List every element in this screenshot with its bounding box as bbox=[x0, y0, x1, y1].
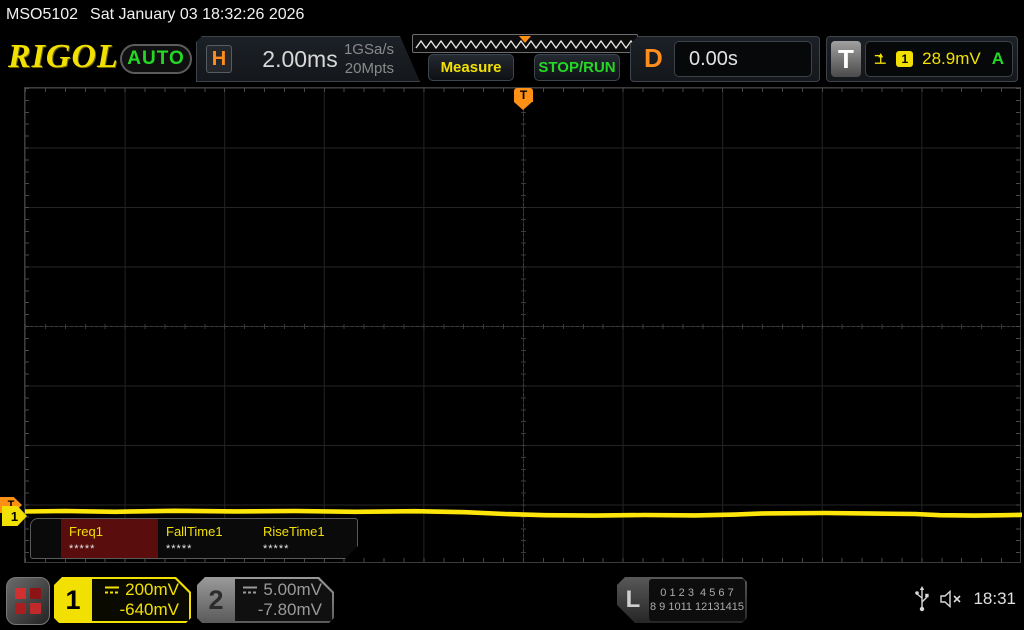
measurement-item-freq1[interactable]: Freq1 ***** bbox=[61, 519, 158, 558]
channel1-trace bbox=[25, 508, 1022, 518]
memory-depth: 20Mpts bbox=[344, 60, 394, 77]
trigger-status-badge: AUTO bbox=[120, 44, 192, 74]
channel1-offset: -640mV bbox=[119, 600, 179, 619]
waveform-overview-bar[interactable] bbox=[412, 34, 638, 53]
dc-coupling-icon bbox=[242, 585, 258, 595]
trigger-panel[interactable]: T 1 28.9mV A bbox=[826, 36, 1018, 82]
sample-rate: 1GSa/s bbox=[343, 41, 394, 58]
measurement-spacer bbox=[31, 519, 61, 558]
channel2-offset: -7.80mV bbox=[257, 600, 322, 619]
oscilloscope-screen: MSO5102 Sat January 03 18:32:26 2026 RIG… bbox=[0, 0, 1024, 630]
menu-grid-icon bbox=[15, 588, 41, 614]
channel1-settings: 200mV -640mV bbox=[92, 579, 189, 621]
channel1-number: 1 bbox=[65, 584, 81, 615]
horizontal-panel[interactable]: H 2.00ms 1GSa/s 20Mpts bbox=[196, 36, 420, 82]
channel2-number: 2 bbox=[208, 584, 224, 615]
measurement-value: ***** bbox=[69, 543, 96, 555]
rigol-logo: RIGOL bbox=[8, 38, 119, 75]
logic-channel-numbers: 0 1 2 3 4 5 6 7 8 9 1011 12131415 bbox=[649, 579, 745, 621]
status-icons: 18:31 bbox=[915, 586, 1016, 612]
measurement-item-falltime1[interactable]: FallTime1 ***** bbox=[158, 519, 255, 558]
timebase-value: 2.00ms bbox=[262, 46, 338, 72]
logic-row-0-7: 0 1 2 3 4 5 6 7 bbox=[660, 587, 734, 599]
trigger-badge: T bbox=[831, 41, 861, 77]
horizontal-badge: H bbox=[206, 45, 232, 73]
measure-button[interactable]: Measure bbox=[428, 54, 514, 81]
titlebar: MSO5102 Sat January 03 18:32:26 2026 bbox=[0, 0, 1024, 30]
datetime: Sat January 03 18:32:26 2026 bbox=[90, 6, 305, 23]
model-name: MSO5102 bbox=[6, 6, 79, 23]
channel2-settings: 5.00mV -7.80mV bbox=[235, 579, 332, 621]
trigger-position-marker[interactable]: T bbox=[514, 88, 533, 110]
channel1-block[interactable]: 1 200mV -640mV bbox=[54, 577, 191, 623]
measurement-label: Freq1 bbox=[69, 524, 103, 539]
channel1-scale: 200mV bbox=[125, 580, 179, 599]
usb-icon bbox=[915, 586, 930, 612]
trigger-source-badge: 1 bbox=[896, 51, 914, 67]
header-bar: RIGOL AUTO H 2.00ms 1GSa/s 20Mpts Measur… bbox=[0, 30, 1024, 86]
channel2-block[interactable]: 2 5.00mV -7.80mV bbox=[197, 577, 334, 623]
acquisition-info: 1GSa/s 20Mpts bbox=[344, 40, 394, 78]
delay-value: 0.00s bbox=[674, 41, 812, 77]
measurement-label: FallTime1 bbox=[166, 524, 223, 539]
delay-badge: D bbox=[644, 43, 663, 73]
main-menu-button[interactable] bbox=[6, 577, 50, 625]
logic-row-8-15: 8 9 1011 12131415 bbox=[650, 601, 744, 613]
trigger-field: 1 28.9mV A bbox=[865, 41, 1013, 77]
measurement-value: ***** bbox=[166, 543, 193, 555]
stop-run-button[interactable]: STOP/RUN bbox=[534, 54, 620, 81]
trigger-level-value: 28.9mV bbox=[922, 49, 981, 68]
graticule: T bbox=[24, 87, 1022, 563]
trigger-sweep-mode: A bbox=[991, 49, 1004, 68]
channel2-scale: 5.00mV bbox=[263, 580, 322, 599]
dc-coupling-icon bbox=[104, 585, 120, 595]
rising-edge-trigger-icon bbox=[874, 53, 886, 64]
measurement-panel: Freq1 ***** FallTime1 ***** RiseTime1 **… bbox=[30, 518, 358, 559]
trigger-position-pointer-icon bbox=[514, 102, 532, 110]
measurement-item-risetime1[interactable]: RiseTime1 ***** bbox=[255, 519, 352, 558]
measurement-label: RiseTime1 bbox=[263, 524, 325, 539]
logic-channels-block[interactable]: L 0 1 2 3 4 5 6 7 8 9 1011 12131415 bbox=[617, 577, 747, 623]
clock: 18:31 bbox=[973, 589, 1016, 608]
delay-panel[interactable]: D 0.00s bbox=[630, 36, 820, 82]
measurement-value: ***** bbox=[263, 543, 290, 555]
overview-trigger-position-icon[interactable] bbox=[519, 36, 531, 43]
trigger-position-label: T bbox=[514, 88, 533, 102]
sound-muted-icon[interactable] bbox=[939, 589, 963, 609]
logic-badge: L bbox=[625, 586, 641, 613]
bottom-bar: 1 200mV -640mV 2 5.00mV -7.80mV L 0 1 2 … bbox=[0, 570, 1024, 630]
